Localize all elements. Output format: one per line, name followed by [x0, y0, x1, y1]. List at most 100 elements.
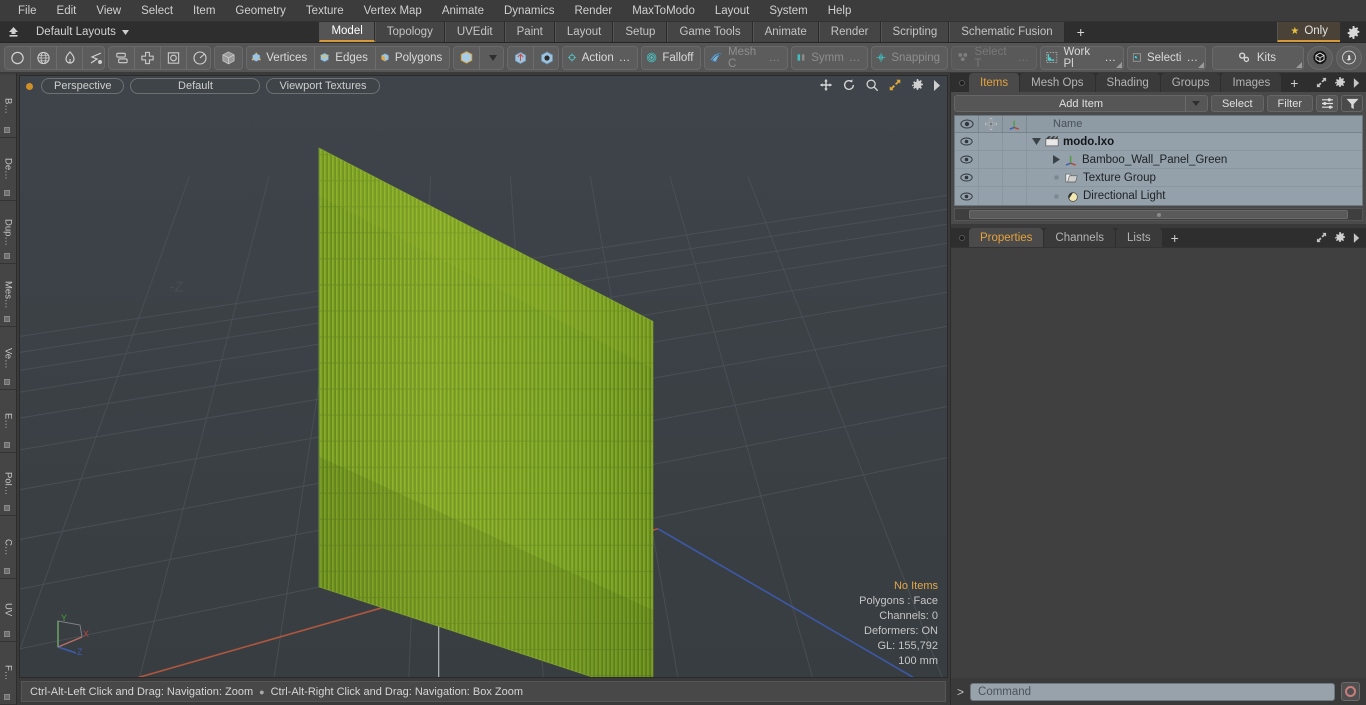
panel-tab-images[interactable]: Images [1221, 73, 1282, 92]
vertices-mode-button[interactable]: Vertices [247, 46, 316, 69]
polygons-mode-button[interactable]: Polygons [376, 47, 449, 69]
center-tool-icon[interactable] [135, 46, 162, 69]
row-lock-cell[interactable] [979, 187, 1003, 205]
layout-tab-schematic-fusion[interactable]: Schematic Fusion [949, 22, 1065, 42]
layout-tab-topology[interactable]: Topology [374, 22, 445, 42]
symmetry-button[interactable]: Symm … [792, 47, 867, 69]
properties-add-tab-button[interactable]: + [1163, 228, 1187, 247]
panel-add-tab-button[interactable]: + [1282, 73, 1306, 92]
row-name-scene[interactable]: modo.lxo [1027, 133, 1362, 150]
panel-gear-icon[interactable] [1334, 76, 1346, 89]
unreal-engine-icon[interactable] [1335, 45, 1362, 70]
rail-tab-polygon[interactable]: Pol… [0, 453, 16, 516]
mesh-constraint-button[interactable]: Mesh C … [705, 47, 787, 69]
snapping-button[interactable]: Snapping [872, 47, 947, 69]
properties-menu-dot-icon[interactable] [955, 228, 969, 247]
row-name-directional-light[interactable]: Directional Light [1027, 187, 1362, 205]
menu-help[interactable]: Help [818, 3, 862, 19]
row-name-texture-group[interactable]: Texture Group [1027, 169, 1362, 186]
row-lock-cell[interactable] [979, 133, 1003, 150]
viewport-menu-icon[interactable] [933, 79, 941, 91]
rotate-icon[interactable] [842, 78, 856, 92]
rail-tab-fusion[interactable]: F… [0, 642, 16, 705]
filter-funnel-icon[interactable] [1341, 95, 1363, 112]
action-center-button[interactable]: Action … [563, 47, 638, 69]
menu-geometry[interactable]: Geometry [225, 3, 296, 19]
panel-menu-arrow-icon[interactable] [1353, 77, 1360, 88]
modo-logo-icon[interactable] [1306, 45, 1333, 70]
panel-tab-shading[interactable]: Shading [1095, 73, 1160, 92]
3d-viewport[interactable]: -Z Perspective Default Viewport Textures… [19, 75, 948, 678]
list-options-icon[interactable] [1316, 95, 1338, 112]
menu-vertex-map[interactable]: Vertex Map [354, 3, 432, 19]
falloff-button[interactable]: Falloff [642, 47, 700, 69]
default-layouts-dropdown[interactable]: Default Layouts [26, 22, 139, 42]
element-move-icon[interactable] [508, 46, 534, 69]
rail-tab-basic[interactable]: B… [0, 75, 16, 138]
radial-tool-icon[interactable] [187, 47, 209, 69]
layout-tab-animate[interactable]: Animate [752, 22, 819, 42]
row-visibility-toggle[interactable] [955, 169, 979, 186]
fit-icon[interactable] [888, 78, 902, 92]
align-tool-icon[interactable] [109, 46, 136, 69]
pan-icon[interactable] [819, 78, 833, 92]
kits-button[interactable]: Kits [1213, 47, 1303, 69]
work-plane-button[interactable]: Work Pl … [1041, 47, 1123, 69]
menu-file[interactable]: File [8, 3, 47, 19]
row-transform-cell[interactable] [1003, 133, 1027, 150]
menu-layout[interactable]: Layout [705, 3, 760, 19]
panel-tab-groups[interactable]: Groups [1160, 73, 1221, 92]
row-lock-cell[interactable] [979, 151, 1003, 168]
row-name-bamboo-wall-panel-green[interactable]: Bamboo_Wall_Panel_Green [1027, 151, 1362, 168]
command-record-button[interactable] [1341, 682, 1360, 701]
layout-tab-setup[interactable]: Setup [613, 22, 668, 42]
rail-tab-vertex[interactable]: Ve… [0, 327, 16, 390]
filter-button[interactable]: Filter [1266, 95, 1313, 112]
only-toggle-button[interactable]: ★ Only [1277, 22, 1340, 42]
home-icon[interactable] [0, 22, 26, 42]
menu-item[interactable]: Item [183, 3, 225, 19]
table-row[interactable]: Texture Group [955, 169, 1362, 187]
expander-open-icon[interactable] [1031, 138, 1041, 145]
layout-tab-paint[interactable]: Paint [504, 22, 555, 42]
layout-tab-game-tools[interactable]: Game Tools [667, 22, 753, 42]
pen-tool-icon[interactable] [57, 46, 83, 69]
panel-tab-properties[interactable]: Properties [969, 228, 1044, 247]
row-lock-cell[interactable] [979, 169, 1003, 186]
row-visibility-toggle[interactable] [955, 151, 979, 168]
panel-tab-items[interactable]: Items [969, 73, 1020, 92]
add-layout-tab-button[interactable]: + [1065, 22, 1097, 42]
circle-tool-icon[interactable] [5, 46, 31, 69]
gear-icon[interactable] [1340, 22, 1366, 42]
viewport-settings-icon[interactable] [911, 78, 924, 92]
rail-tab-duplicate[interactable]: Dup… [0, 201, 16, 264]
globe-tool-icon[interactable] [31, 46, 57, 69]
panel-tab-mesh-ops[interactable]: Mesh Ops [1020, 73, 1095, 92]
menu-select[interactable]: Select [131, 3, 183, 19]
table-row[interactable]: Directional Light [955, 187, 1362, 205]
axis-gizmo[interactable]: Y X Z [50, 613, 94, 655]
command-input[interactable]: Command [970, 682, 1335, 701]
menu-texture[interactable]: Texture [296, 3, 354, 19]
select-button[interactable]: Select [1210, 95, 1264, 112]
mode-dropdown-caret[interactable] [480, 47, 503, 69]
items-mode-button[interactable] [213, 45, 243, 70]
scrollbar-thumb[interactable] [969, 210, 1348, 219]
row-transform-cell[interactable] [1003, 169, 1027, 186]
items-horizontal-scrollbar[interactable] [954, 208, 1363, 221]
layout-tab-scripting[interactable]: Scripting [880, 22, 950, 42]
properties-menu-arrow-icon[interactable] [1353, 232, 1360, 243]
expand-properties-icon[interactable] [1316, 232, 1327, 243]
expand-panel-icon[interactable] [1316, 77, 1327, 88]
layout-tab-layout[interactable]: Layout [554, 22, 614, 42]
rail-tab-curve[interactable]: C… [0, 516, 16, 579]
panel-menu-dot-icon[interactable] [955, 73, 969, 92]
panel-tab-lists[interactable]: Lists [1116, 228, 1162, 247]
rail-tab-deform[interactable]: De… [0, 138, 16, 201]
row-transform-cell[interactable] [1003, 187, 1027, 205]
add-item-button[interactable]: Add Item [954, 95, 1208, 112]
rail-tab-edge[interactable]: E… [0, 390, 16, 453]
viewport-texture-selector[interactable]: Viewport Textures [266, 78, 380, 94]
menu-dynamics[interactable]: Dynamics [494, 3, 564, 19]
add-item-dropdown-caret[interactable] [1184, 96, 1207, 111]
